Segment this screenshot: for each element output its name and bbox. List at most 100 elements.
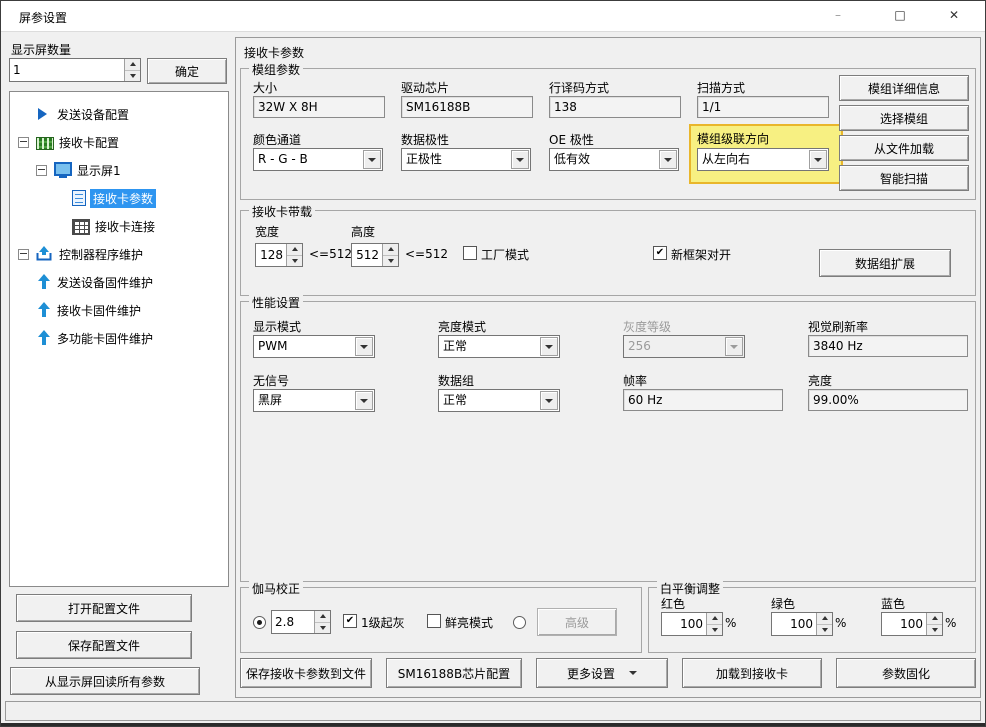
gray-start-label[interactable]: 1级起灰 [361, 614, 405, 631]
width-stepper[interactable] [255, 243, 303, 267]
chevron-down-icon[interactable] [363, 150, 381, 169]
visual-refresh-label: 视觉刷新率 [808, 318, 868, 335]
chevron-down-icon[interactable] [540, 391, 558, 410]
red-input[interactable] [662, 613, 706, 635]
blue-unit: % [945, 616, 956, 630]
row-decode-field: 138 [549, 96, 681, 118]
module-details-button[interactable]: 模组详细信息 [839, 75, 969, 101]
spin-down-icon[interactable] [383, 256, 398, 267]
factory-mode-checkbox[interactable] [463, 246, 477, 260]
select-module-button[interactable]: 选择模组 [839, 105, 969, 131]
factory-mode-label[interactable]: 工厂模式 [481, 246, 529, 263]
save-params-to-file-button[interactable]: 保存接收卡参数到文件 [240, 658, 372, 688]
chevron-down-icon[interactable] [540, 337, 558, 356]
collapse-icon[interactable] [18, 137, 29, 148]
spin-up-icon[interactable] [707, 613, 722, 625]
open-config-file-button[interactable]: 打开配置文件 [16, 594, 192, 622]
gamma-group: 伽马校正 ✔ 1级起灰 鲜亮模式 高级 [240, 587, 642, 653]
chevron-down-icon [629, 671, 637, 675]
tree-item-display-1[interactable]: 显示屏1 [10, 156, 228, 184]
tree-item-receiving-card-params[interactable]: 接收卡参数 [10, 184, 228, 212]
close-icon[interactable]: ✕ [931, 1, 977, 30]
spin-up-icon[interactable] [287, 244, 302, 256]
color-channel-select[interactable]: R - G - B [253, 148, 383, 171]
chevron-down-icon[interactable] [355, 337, 373, 356]
grid-icon [72, 219, 90, 235]
data-group-label: 数据组 [438, 372, 474, 389]
scan-mode-field: 1/1 [697, 96, 829, 118]
tree-item-receiving-card-connection[interactable]: 接收卡连接 [10, 212, 228, 240]
cascade-direction-select[interactable]: 从左向右 [697, 148, 829, 171]
green-input[interactable] [772, 613, 816, 635]
advanced-radio[interactable] [513, 616, 526, 629]
vivid-mode-checkbox[interactable] [427, 614, 441, 628]
readback-all-params-button[interactable]: 从显示屏回读所有参数 [10, 667, 200, 695]
new-frame-checkbox[interactable]: ✔ [653, 246, 667, 260]
screen-count-input[interactable] [10, 59, 124, 81]
display-mode-select[interactable]: PWM [253, 335, 375, 358]
spin-down-icon[interactable] [315, 623, 330, 634]
load-from-file-button[interactable]: 从文件加载 [839, 135, 969, 161]
brightness-mode-select[interactable]: 正常 [438, 335, 560, 358]
spin-down-icon[interactable] [707, 625, 722, 636]
new-frame-label[interactable]: 新框架对开 [671, 246, 731, 263]
blue-stepper[interactable] [881, 612, 943, 636]
spin-down-icon[interactable] [125, 71, 140, 82]
data-group-select[interactable]: 正常 [438, 389, 560, 412]
size-field: 32W X 8H [253, 96, 385, 118]
save-config-file-button[interactable]: 保存配置文件 [16, 631, 192, 659]
spin-down-icon[interactable] [927, 625, 942, 636]
chevron-down-icon[interactable] [511, 150, 529, 169]
solidify-params-button[interactable]: 参数固化 [836, 658, 976, 688]
size-label: 大小 [253, 79, 277, 96]
white-balance-group: 白平衡调整 红色 % 绿色 % 蓝色 [648, 587, 976, 653]
ok-button[interactable]: 确定 [147, 58, 227, 84]
maximize-icon[interactable]: □ [877, 1, 923, 30]
tree-item-multifunction-card-firmware[interactable]: 多功能卡固件维护 [10, 324, 228, 352]
tree-item-send-device-config[interactable]: 发送设备配置 [10, 100, 228, 128]
gamma-value-radio[interactable] [253, 616, 266, 629]
tree-item-receiving-card-firmware[interactable]: 接收卡固件维护 [10, 296, 228, 324]
width-input[interactable] [256, 244, 286, 266]
spin-down-icon[interactable] [817, 625, 832, 636]
screen-count-stepper[interactable] [9, 58, 141, 82]
vivid-mode-label[interactable]: 鲜亮模式 [445, 614, 493, 631]
spin-up-icon[interactable] [383, 244, 398, 256]
chevron-down-icon[interactable] [355, 391, 373, 410]
load-to-receiving-card-button[interactable]: 加载到接收卡 [682, 658, 822, 688]
spin-down-icon[interactable] [287, 256, 302, 267]
upload-box-icon [36, 246, 52, 264]
chevron-down-icon[interactable] [659, 150, 677, 169]
collapse-icon[interactable] [36, 165, 47, 176]
gray-start-checkbox[interactable]: ✔ [343, 614, 357, 628]
no-signal-select[interactable]: 黑屏 [253, 389, 375, 412]
height-stepper[interactable] [351, 243, 399, 267]
spin-up-icon[interactable] [125, 59, 140, 71]
minimize-icon[interactable]: – [815, 1, 861, 30]
red-stepper[interactable] [661, 612, 723, 636]
smart-scan-button[interactable]: 智能扫描 [839, 165, 969, 191]
data-group-expand-button[interactable]: 数据组扩展 [819, 249, 951, 277]
spin-up-icon[interactable] [817, 613, 832, 625]
tree-item-controller-maintenance[interactable]: 控制器程序维护 [10, 240, 228, 268]
chip-config-button[interactable]: SM16188B芯片配置 [386, 658, 522, 688]
data-polarity-select[interactable]: 正极性 [401, 148, 531, 171]
spin-up-icon[interactable] [927, 613, 942, 625]
tree-item-receiving-card-config[interactable]: 接收卡配置 [10, 128, 228, 156]
collapse-icon[interactable] [18, 249, 29, 260]
more-settings-button[interactable]: 更多设置 [536, 658, 668, 688]
gamma-input[interactable] [272, 611, 314, 633]
height-input[interactable] [352, 244, 382, 266]
circuit-board-icon [36, 137, 54, 150]
spin-up-icon[interactable] [315, 611, 330, 623]
chevron-down-icon[interactable] [809, 150, 827, 169]
tree-item-send-device-firmware[interactable]: 发送设备固件维护 [10, 268, 228, 296]
window-bottom-edge [1, 723, 985, 726]
green-stepper[interactable] [771, 612, 833, 636]
data-polarity-label: 数据极性 [401, 131, 449, 148]
oe-polarity-select[interactable]: 低有效 [549, 148, 679, 171]
green-label: 绿色 [771, 595, 795, 612]
row-decode-label: 行译码方式 [549, 79, 609, 96]
blue-input[interactable] [882, 613, 926, 635]
gamma-stepper[interactable] [271, 610, 331, 634]
